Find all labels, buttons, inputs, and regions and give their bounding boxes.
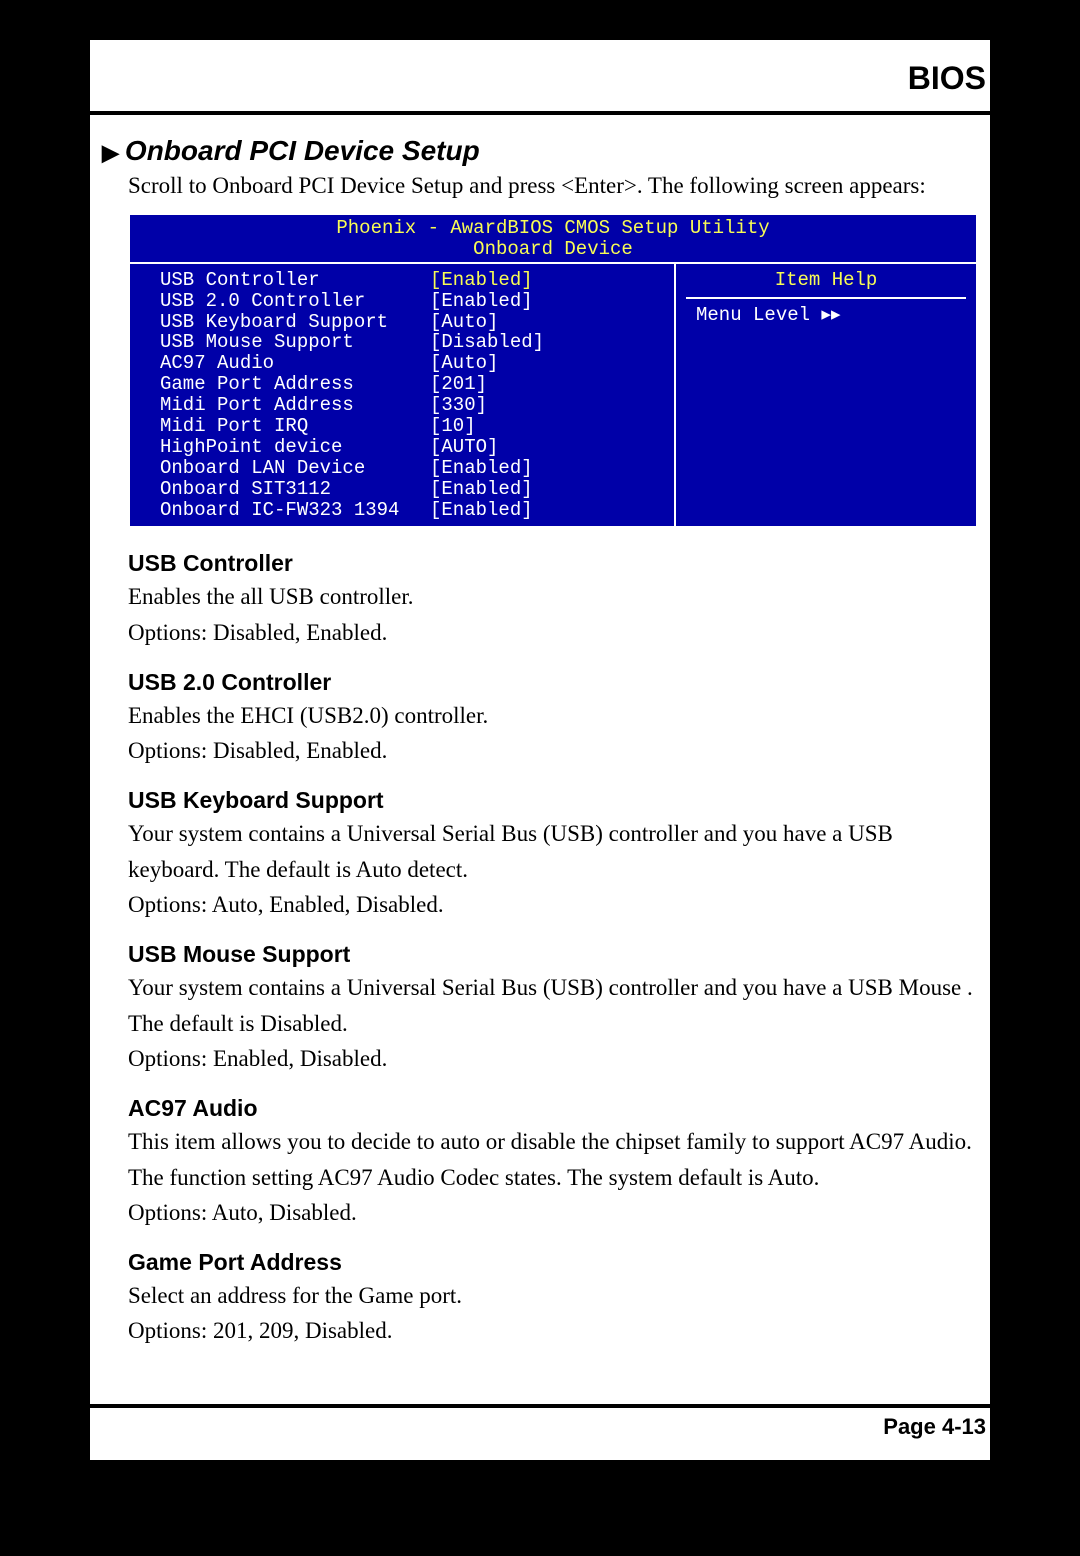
section-title-text: Onboard PCI Device Setup <box>125 135 480 166</box>
header-title: BIOS <box>90 60 990 101</box>
bios-setting-value: [AUTO] <box>430 437 498 458</box>
bios-setting-row: Onboard IC-FW323 1394[Enabled] <box>160 500 664 521</box>
bios-setting-label: Onboard LAN Device <box>160 458 430 479</box>
bios-setting-row: Midi Port Address[330] <box>160 395 664 416</box>
bios-title-line1: Phoenix - AwardBIOS CMOS Setup Utility <box>130 218 976 239</box>
bios-help-panel: Item Help Menu Level ▸▸ <box>676 262 976 527</box>
item-body-line: Options: Disabled, Enabled. <box>128 615 978 651</box>
bios-setting-label: USB Controller <box>160 270 430 291</box>
bios-setting-value: [Auto] <box>430 353 498 374</box>
item-body-line: Options: Auto, Disabled. <box>128 1195 978 1231</box>
bios-setting-label: Midi Port IRQ <box>160 416 430 437</box>
bios-setting-label: Midi Port Address <box>160 395 430 416</box>
item-body-line: Enables the all USB controller. <box>128 579 978 615</box>
bios-body: USB Controller[Enabled]USB 2.0 Controlle… <box>130 262 976 527</box>
item-heading: USB Mouse Support <box>128 941 978 968</box>
bios-setting-label: Onboard SIT3112 <box>160 479 430 500</box>
bios-setting-value: [Enabled] <box>430 270 533 291</box>
bios-setting-label: Onboard IC-FW323 1394 <box>160 500 430 521</box>
bios-setting-value: [Enabled] <box>430 479 533 500</box>
triangle-right-icon: ▶ <box>102 140 119 166</box>
bios-setting-row: HighPoint device[AUTO] <box>160 437 664 458</box>
item-body-line: This item allows you to decide to auto o… <box>128 1124 978 1195</box>
page-number: Page 4-13 <box>90 1408 990 1440</box>
item-body-line: Options: 201, 209, Disabled. <box>128 1313 978 1349</box>
bios-setting-row: AC97 Audio[Auto] <box>160 353 664 374</box>
item-body-line: Your system contains a Universal Serial … <box>128 970 978 1041</box>
item-heading: USB Controller <box>128 550 978 577</box>
item-heading: USB 2.0 Controller <box>128 669 978 696</box>
item-body-line: Options: Enabled, Disabled. <box>128 1041 978 1077</box>
bios-settings-list: USB Controller[Enabled]USB 2.0 Controlle… <box>130 262 676 527</box>
bios-setting-value: [Disabled] <box>430 332 544 353</box>
bios-setting-label: AC97 Audio <box>160 353 430 374</box>
bios-setting-row: USB Controller[Enabled] <box>160 270 664 291</box>
item-body-line: Select an address for the Game port. <box>128 1278 978 1314</box>
bios-setting-row: Midi Port IRQ[10] <box>160 416 664 437</box>
item-heading: Game Port Address <box>128 1249 978 1276</box>
descriptions-block: USB ControllerEnables the all USB contro… <box>128 550 978 1349</box>
bios-setting-value: [Enabled] <box>430 500 533 521</box>
bios-setting-label: Game Port Address <box>160 374 430 395</box>
page-content: ▶Onboard PCI Device Setup Scroll to Onbo… <box>90 115 990 1349</box>
bios-setting-value: [330] <box>430 395 487 416</box>
bios-setting-value: [Enabled] <box>430 458 533 479</box>
item-body-line: Your system contains a Universal Serial … <box>128 816 978 887</box>
bios-setting-label: USB Mouse Support <box>160 332 430 353</box>
bios-setting-row: Onboard SIT3112[Enabled] <box>160 479 664 500</box>
bios-setting-label: HighPoint device <box>160 437 430 458</box>
bios-setting-row: Game Port Address[201] <box>160 374 664 395</box>
bios-screenshot: Phoenix - AwardBIOS CMOS Setup Utility O… <box>128 213 978 528</box>
item-body-line: Options: Disabled, Enabled. <box>128 733 978 769</box>
bios-title: Phoenix - AwardBIOS CMOS Setup Utility O… <box>130 215 976 262</box>
bios-setting-value: [Auto] <box>430 312 498 333</box>
bios-menu-level: Menu Level ▸▸ <box>686 305 966 326</box>
item-heading: AC97 Audio <box>128 1095 978 1122</box>
bios-setting-label: USB 2.0 Controller <box>160 291 430 312</box>
bios-setting-value: [201] <box>430 374 487 395</box>
bios-title-line2: Onboard Device <box>130 239 976 260</box>
bios-setting-value: [10] <box>430 416 476 437</box>
page-header: BIOS <box>90 60 990 115</box>
bios-setting-row: USB Keyboard Support[Auto] <box>160 312 664 333</box>
bios-setting-row: Onboard LAN Device[Enabled] <box>160 458 664 479</box>
page-footer: Page 4-13 <box>90 1394 990 1440</box>
bios-setting-value: [Enabled] <box>430 291 533 312</box>
bios-setting-row: USB 2.0 Controller[Enabled] <box>160 291 664 312</box>
section-intro: Scroll to Onboard PCI Device Setup and p… <box>128 173 978 199</box>
item-heading: USB Keyboard Support <box>128 787 978 814</box>
item-body-line: Enables the EHCI (USB2.0) controller. <box>128 698 978 734</box>
document-page: BIOS ▶Onboard PCI Device Setup Scroll to… <box>90 40 990 1460</box>
bios-setting-label: USB Keyboard Support <box>160 312 430 333</box>
bios-item-help: Item Help <box>686 270 966 299</box>
bios-setting-row: USB Mouse Support[Disabled] <box>160 332 664 353</box>
section-title: ▶Onboard PCI Device Setup <box>102 135 978 167</box>
item-body-line: Options: Auto, Enabled, Disabled. <box>128 887 978 923</box>
